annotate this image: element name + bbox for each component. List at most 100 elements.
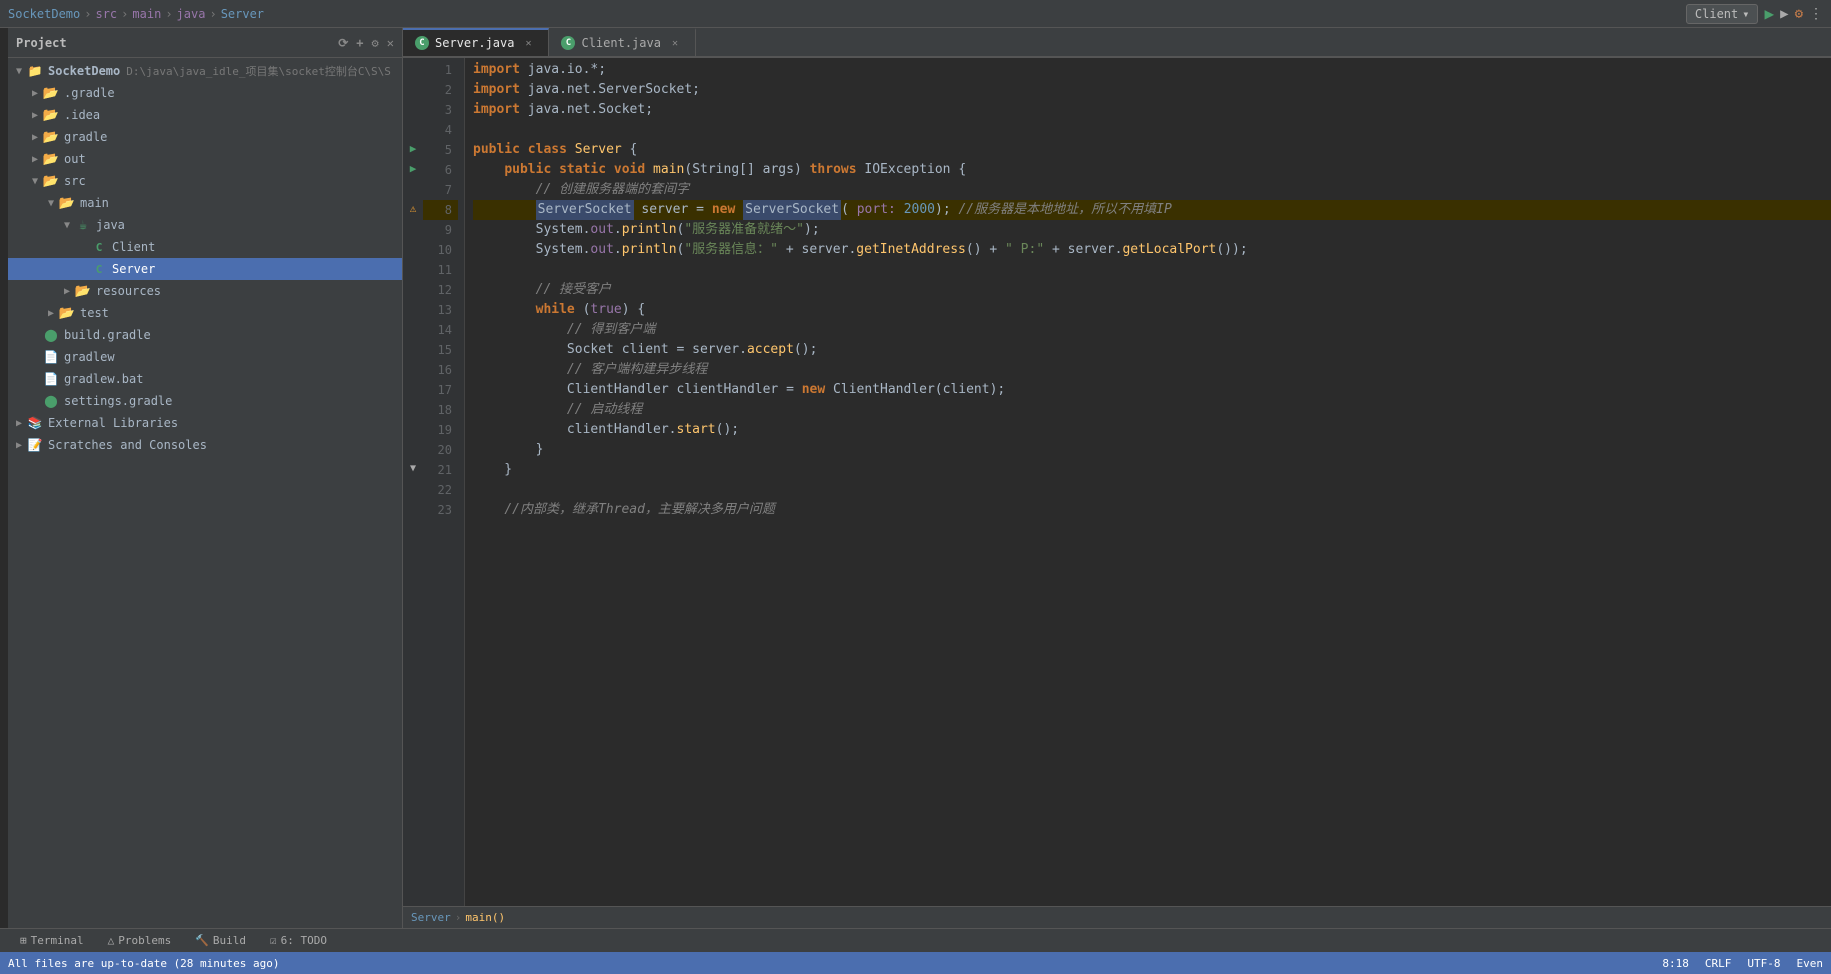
client-tab[interactable]: C Client.java ✕ — [549, 28, 695, 56]
sidebar-controls: ⟳ + ⚙ ✕ — [338, 36, 394, 50]
ln-7: 7 — [423, 180, 458, 200]
main-layout: Project ⟳ + ⚙ ✕ ▼ 📁 SocketDemo D:\java\j… — [0, 28, 1831, 928]
code-container[interactable]: ▶ ▶ ⚠ ▼ 1 2 — [403, 58, 1831, 906]
sidebar-header: Project ⟳ + ⚙ ✕ — [8, 28, 402, 58]
gradlew-bat-label: gradlew.bat — [64, 372, 143, 386]
sidebar-item-resources[interactable]: ▶ 📂 resources — [8, 280, 402, 302]
sidebar-item-external-libs[interactable]: ▶ 📚 External Libraries — [8, 412, 402, 434]
collapse-arrow2-icon: ▶ — [28, 110, 42, 121]
gutter-16 — [403, 358, 423, 378]
build-gradle-label: build.gradle — [64, 328, 151, 342]
sidebar-item-dotgradle[interactable]: ▶ 📂 .gradle — [8, 82, 402, 104]
sync-icon[interactable]: ⟳ — [338, 36, 348, 50]
code-line-8: ServerSocket server = new ServerSocket( … — [473, 200, 1831, 220]
todo-tab[interactable]: ☑ 6: TODO — [258, 929, 339, 953]
code-line-18: // 启动线程 — [473, 400, 1831, 420]
client-tab-icon: C — [561, 36, 575, 50]
sidebar-item-dotidea[interactable]: ▶ 📂 .idea — [8, 104, 402, 126]
test-label: test — [80, 306, 109, 320]
server-tab[interactable]: C Server.java ✕ — [403, 28, 549, 56]
sidebar-item-java[interactable]: ▼ ☕ java — [8, 214, 402, 236]
debug-button[interactable]: ▶ — [1780, 6, 1788, 22]
gutter-18 — [403, 398, 423, 418]
gutter-12 — [403, 278, 423, 298]
ln-17: 17 — [423, 380, 458, 400]
breadcrumb-bar: Server › main() — [403, 906, 1831, 928]
sidebar-item-test[interactable]: ▶ 📂 test — [8, 302, 402, 324]
sidebar-item-build-gradle[interactable]: ⬤ build.gradle — [8, 324, 402, 346]
gutter-22 — [403, 478, 423, 498]
collapse-arrow10-icon: ▶ — [12, 418, 26, 429]
profile-button[interactable]: ⚙ — [1795, 6, 1803, 22]
sidebar-item-gradlew-bat[interactable]: 📄 gradlew.bat — [8, 368, 402, 390]
collapse-arrow9-icon: ▶ — [44, 308, 58, 319]
run-config-selector[interactable]: Client ▾ — [1686, 4, 1759, 24]
main-crumb[interactable]: main — [132, 7, 161, 21]
ln-22: 22 — [423, 480, 458, 500]
settings-icon[interactable]: ⚙ — [372, 36, 379, 50]
ln-9: 9 — [423, 220, 458, 240]
class-crumb[interactable]: Server — [221, 7, 264, 21]
server-tab-close-icon[interactable]: ✕ — [520, 35, 536, 51]
gutter-9 — [403, 218, 423, 238]
client-label: Client — [112, 240, 155, 254]
event-mode[interactable]: Even — [1797, 957, 1824, 970]
sidebar-item-client[interactable]: C Client — [8, 236, 402, 258]
run-button[interactable]: ▶ — [1764, 4, 1774, 23]
line-col[interactable]: 8:18 — [1662, 957, 1689, 970]
more-run-button[interactable]: ⋮ — [1809, 6, 1823, 22]
ln-12: 12 — [423, 280, 458, 300]
sidebar-item-gradle[interactable]: ▶ 📂 gradle — [8, 126, 402, 148]
sidebar-item-src[interactable]: ▼ 📂 src — [8, 170, 402, 192]
out-folder-label: out — [64, 152, 86, 166]
code-line-6: public static void main(String[] args) t… — [473, 160, 1831, 180]
gutter-8: ⚠ — [403, 198, 423, 218]
ln-13: 13 — [423, 300, 458, 320]
ln-4: 4 — [423, 120, 458, 140]
code-line-2: import java.net.ServerSocket; — [473, 80, 1831, 100]
ln-1: 1 — [423, 60, 458, 80]
gutter-11 — [403, 258, 423, 278]
java-crumb[interactable]: java — [177, 7, 206, 21]
add-icon[interactable]: + — [356, 36, 363, 50]
expand-arrow7-icon: ▼ — [60, 220, 74, 231]
src-crumb[interactable]: src — [95, 7, 117, 21]
client-tab-close-icon[interactable]: ✕ — [667, 35, 683, 51]
sidebar-item-gradlew[interactable]: 📄 gradlew — [8, 346, 402, 368]
code-line-21: } — [473, 460, 1831, 480]
breadcrumb-server: Server — [411, 911, 451, 924]
project-name[interactable]: SocketDemo — [8, 7, 80, 21]
problems-tab[interactable]: △ Problems — [96, 929, 184, 953]
gutter-3 — [403, 98, 423, 118]
resources-folder-icon: 📂 — [74, 284, 92, 299]
encoding[interactable]: UTF-8 — [1747, 957, 1780, 970]
close-panel-icon[interactable]: ✕ — [387, 36, 394, 50]
gutter-17 — [403, 378, 423, 398]
ln-23: 23 — [423, 500, 458, 520]
breadcrumb-method: main() — [465, 911, 505, 924]
build-tab[interactable]: 🔨 Build — [183, 929, 258, 953]
code-line-4 — [473, 120, 1831, 140]
java-folder-label: java — [96, 218, 125, 232]
ln-14: 14 — [423, 320, 458, 340]
terminal-tab[interactable]: ⊞ Terminal — [8, 929, 96, 953]
sidebar-item-server[interactable]: C Server — [8, 258, 402, 280]
code-line-19: clientHandler.start(); — [473, 420, 1831, 440]
chevron-down-icon: ▾ — [1742, 7, 1749, 21]
ln-6: 6 — [423, 160, 458, 180]
code-line-17: ClientHandler clientHandler = new Client… — [473, 380, 1831, 400]
ln-18: 18 — [423, 400, 458, 420]
code-line-15: Socket client = server.accept(); — [473, 340, 1831, 360]
code-line-7: // 创建服务器端的套间字 — [473, 180, 1831, 200]
gutter-21: ▼ — [403, 458, 423, 478]
project-folder-icon: 📁 — [26, 64, 44, 78]
line-ending[interactable]: CRLF — [1705, 957, 1732, 970]
ln-10: 10 — [423, 240, 458, 260]
sidebar-item-scratches[interactable]: ▶ 📝 Scratches and Consoles — [8, 434, 402, 456]
sidebar-item-main[interactable]: ▼ 📂 main — [8, 192, 402, 214]
sidebar-item-out[interactable]: ▶ 📂 out — [8, 148, 402, 170]
sidebar-item-settings-gradle[interactable]: ⬤ settings.gradle — [8, 390, 402, 412]
gutter-1 — [403, 58, 423, 78]
sidebar-item-socketdemo[interactable]: ▼ 📁 SocketDemo D:\java\java_idle_项目集\soc… — [8, 60, 402, 82]
code-lines[interactable]: import java.io.*; import java.net.Server… — [465, 58, 1831, 906]
